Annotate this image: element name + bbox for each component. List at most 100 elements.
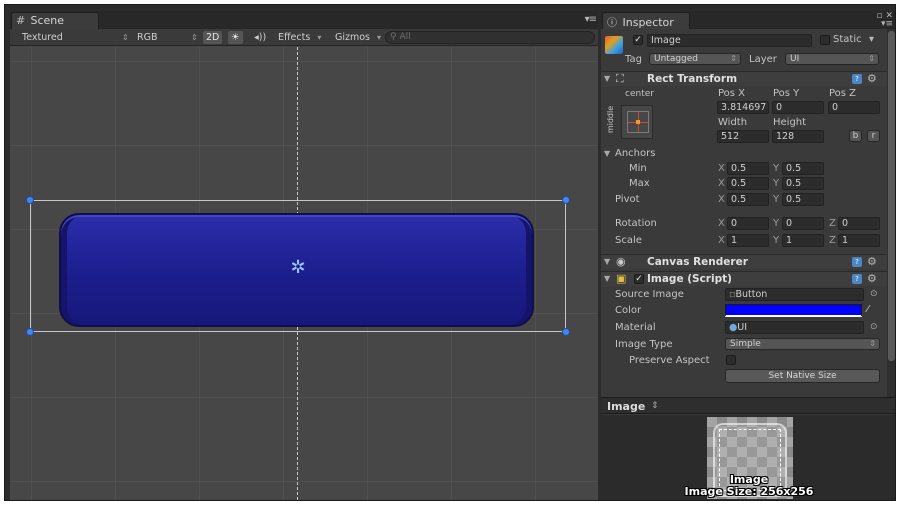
help-icon[interactable]: ? [852, 274, 862, 284]
axis-x-label: X [718, 235, 725, 246]
pivot-y-field[interactable]: 0.5 [782, 193, 824, 206]
preview-header[interactable]: Image ⇕ [601, 397, 895, 414]
anchor-min-y-field[interactable]: 0.5 [782, 162, 824, 175]
gizmos-label: Gizmos [335, 32, 371, 43]
scrollbar-thumb[interactable] [888, 31, 895, 361]
image-type-label: Image Type [615, 339, 673, 350]
scene-panel: # Scene ▾≡ Textured ⇕ RGB ⇕ 2D ☀ ◂)) Eff… [10, 11, 598, 500]
gameobject-cube-icon [605, 36, 623, 54]
raw-edit-mode-button[interactable]: r [867, 130, 880, 142]
image-enabled-checkbox[interactable]: ✓ [634, 274, 644, 284]
anchor-pivot-icon[interactable]: ✲ [288, 258, 308, 278]
blueprint-mode-button[interactable]: b [849, 130, 862, 142]
tag-dropdown[interactable]: Untagged ⇕ [649, 53, 741, 65]
effects-dropdown[interactable]: Effects ▾ [278, 31, 321, 44]
object-picker-icon[interactable]: ⊙ [870, 321, 878, 334]
chevron-down-icon[interactable]: ▾ [869, 33, 874, 46]
panel-menu-icon[interactable]: ▫ ✕ ▾≡ [876, 12, 893, 29]
speaker-icon[interactable]: ◂)) [254, 31, 266, 44]
eye-icon: ◉ [616, 255, 626, 268]
anchor-max-x-field[interactable]: 0.5 [727, 177, 769, 190]
scale-z-field[interactable]: 1 [838, 234, 880, 247]
gear-icon[interactable]: ⚙ [867, 72, 877, 85]
rect-transform-icon: ⛶ [616, 72, 624, 85]
axis-z-label: Z [829, 235, 836, 246]
material-field[interactable]: ●UI [725, 321, 864, 334]
rect-transform-title: Rect Transform [647, 73, 738, 85]
inspector-tabbar: ⓘ Inspector ▫ ✕ ▾≡ [601, 11, 895, 29]
source-image-label: Source Image [615, 289, 684, 300]
rect-handle-top-right[interactable] [562, 196, 570, 204]
anchor-presets-button[interactable] [621, 105, 653, 139]
rect-handle-bottom-right[interactable] [562, 328, 570, 336]
render-mode-dropdown[interactable]: Textured ⇕ [22, 31, 129, 44]
scene-viewport[interactable]: ✲ [10, 47, 598, 500]
scale-y-field[interactable]: 1 [782, 234, 824, 247]
chevron-down-icon: ▾ [377, 33, 382, 42]
grid-icon: # [16, 14, 26, 27]
gizmos-dropdown[interactable]: Gizmos ▾ [335, 31, 381, 44]
pos-y-label: Pos Y [773, 88, 800, 99]
color-mode-dropdown[interactable]: RGB ⇕ [137, 31, 198, 44]
image-component-icon: ▣ [616, 272, 627, 285]
image-script-header[interactable]: ▼ ▣ ✓ Image (Script) ? ⚙ [601, 271, 887, 286]
color-mode-label: RGB [137, 32, 158, 43]
anchor-max-y-field[interactable]: 0.5 [782, 177, 824, 190]
axis-z-label: Z [829, 218, 836, 229]
help-icon[interactable]: ? [852, 257, 862, 267]
help-icon[interactable]: ? [852, 74, 862, 84]
foldout-arrow-icon: ▼ [604, 274, 611, 283]
axis-y-label: Y [773, 163, 780, 174]
pos-z-field[interactable]: 0 [828, 101, 880, 114]
panel-menu-icon[interactable]: ▾≡ [585, 14, 597, 25]
object-picker-icon[interactable]: ⊙ [870, 288, 878, 301]
anchor-preset-h-label: center [625, 89, 654, 99]
static-checkbox[interactable] [820, 35, 830, 45]
eyedropper-icon[interactable]: ⁄ [867, 303, 869, 316]
canvas-renderer-header[interactable]: ▼ ◉ Canvas Renderer ? ⚙ [601, 254, 887, 269]
tab-scene[interactable]: # Scene [11, 12, 99, 29]
rotation-x-field[interactable]: 0 [727, 217, 769, 230]
width-label: Width [718, 117, 748, 128]
preserve-aspect-checkbox[interactable] [726, 355, 736, 365]
scale-x-field[interactable]: 1 [727, 234, 769, 247]
material-value: UI [737, 322, 748, 333]
scene-search-input[interactable]: ⚲ All [385, 31, 595, 44]
rotation-label: Rotation [615, 218, 657, 229]
axis-x-label: X [718, 218, 725, 229]
rect-handle-top-left[interactable] [26, 196, 34, 204]
active-checkbox[interactable]: ✓ [633, 35, 643, 45]
sun-icon[interactable]: ☀ [228, 31, 243, 44]
static-label: Static [833, 34, 862, 45]
inspector-panel: ⓘ Inspector ▫ ✕ ▾≡ ✓ Image Static ▾ Tag U… [601, 11, 895, 500]
color-swatch-field[interactable] [725, 304, 862, 317]
anchors-label: Anchors [615, 148, 656, 159]
tab-inspector[interactable]: ⓘ Inspector [602, 12, 690, 29]
height-field[interactable]: 128 [772, 130, 824, 143]
canvas-renderer-title: Canvas Renderer [647, 256, 748, 268]
width-field[interactable]: 512 [717, 130, 769, 143]
gameobject-header: ✓ Image Static ▾ Tag Untagged ⇕ Layer UI… [601, 31, 887, 69]
source-image-field[interactable]: ▫Button [725, 288, 864, 301]
rect-handle-bottom-left[interactable] [26, 328, 34, 336]
rect-transform-header[interactable]: ▼ ⛶ Rect Transform ? ⚙ [601, 71, 887, 86]
gear-icon[interactable]: ⚙ [867, 272, 877, 285]
axis-y-label: Y [773, 218, 780, 229]
2d-mode-toggle[interactable]: 2D [203, 31, 223, 44]
chevron-down-icon: ▾ [317, 33, 322, 42]
object-name-field[interactable]: Image [647, 34, 812, 47]
gear-icon[interactable]: ⚙ [867, 255, 877, 268]
foldout-arrow-icon[interactable]: ▼ [604, 147, 610, 160]
inspector-scrollbar[interactable] [887, 29, 895, 413]
pos-y-field[interactable]: 0 [772, 101, 824, 114]
set-native-size-button[interactable]: Set Native Size [725, 369, 880, 383]
anchor-min-x-field[interactable]: 0.5 [727, 162, 769, 175]
foldout-arrow-icon: ▼ [604, 257, 611, 266]
image-type-dropdown[interactable]: Simple ⇕ [725, 338, 880, 350]
layer-dropdown[interactable]: UI ⇕ [785, 53, 879, 65]
pivot-x-field[interactable]: 0.5 [727, 193, 769, 206]
search-icon: ⚲ [390, 32, 397, 42]
rotation-y-field[interactable]: 0 [782, 217, 824, 230]
rotation-z-field[interactable]: 0 [838, 217, 880, 230]
pos-x-field[interactable]: 3.814697 [717, 101, 769, 114]
